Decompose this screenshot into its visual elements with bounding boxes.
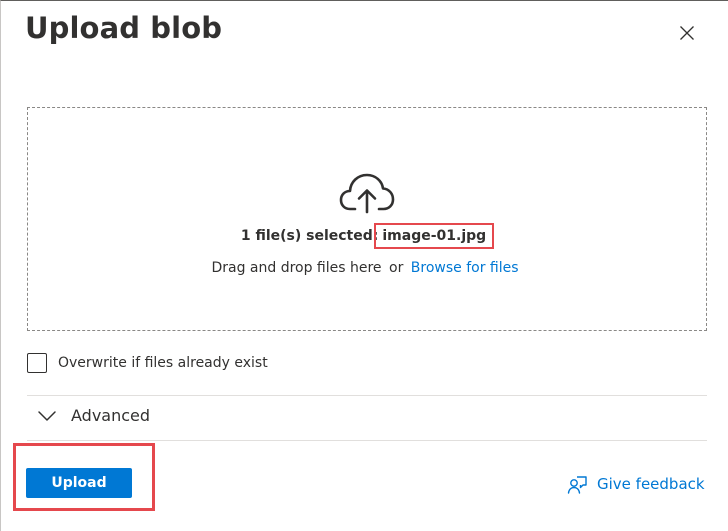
advanced-label: Advanced: [71, 406, 151, 425]
close-icon: [680, 26, 694, 40]
advanced-section-toggle[interactable]: Advanced: [37, 406, 150, 425]
give-feedback-button[interactable]: Give feedback: [567, 473, 705, 495]
chevron-down-icon: [38, 410, 56, 421]
overwrite-option[interactable]: Overwrite if files already exist: [27, 353, 268, 373]
divider-bottom: [27, 440, 707, 441]
selected-count-label: 1 file(s) selected:: [240, 228, 379, 244]
overwrite-label: Overwrite if files already exist: [58, 355, 268, 371]
selected-files-text: 1 file(s) selected: image-01.jpg: [1, 223, 728, 249]
upload-blob-panel: Upload blob 1 file(s) selected: image-01.…: [0, 0, 728, 531]
or-label: or: [389, 260, 404, 276]
overwrite-checkbox[interactable]: [27, 353, 47, 373]
feedback-person-icon: [567, 476, 587, 494]
give-feedback-label: Give feedback: [597, 475, 705, 493]
divider-top: [27, 395, 707, 396]
selected-file-name: image-01.jpg: [374, 223, 495, 249]
upload-button[interactable]: Upload: [26, 468, 132, 498]
close-button[interactable]: [673, 19, 701, 47]
file-dropzone[interactable]: [27, 107, 707, 331]
page-title: Upload blob: [25, 11, 223, 45]
cloud-upload-icon: [339, 173, 395, 214]
browse-files-link[interactable]: Browse for files: [411, 260, 519, 276]
drag-drop-instructions: Drag and drop files here or Browse for f…: [1, 260, 728, 276]
drag-drop-label: Drag and drop files here: [211, 260, 382, 276]
